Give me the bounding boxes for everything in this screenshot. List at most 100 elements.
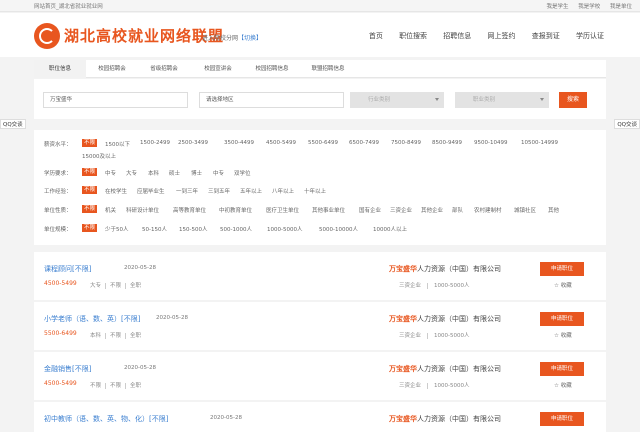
tab-alliance-recruit[interactable]: 联盟招聘信息 <box>302 60 354 78</box>
filter-option[interactable]: 国有企业 <box>359 206 381 214</box>
filter-option[interactable]: 2500-3499 <box>178 140 208 146</box>
filter-option[interactable]: 博士 <box>191 169 202 177</box>
home-link[interactable]: 网站首页_湖北省就业就业网 <box>34 2 103 10</box>
tab-campus-talk[interactable]: 校园宣讲会 <box>192 60 244 78</box>
job-type-select[interactable]: 职业类别 <box>455 92 549 108</box>
nav-recruit-info[interactable]: 招聘信息 <box>443 32 471 40</box>
job-meta: 不限 不限 全职 <box>90 381 141 389</box>
industry-select[interactable]: 行业类别 <box>350 92 444 108</box>
nav-report-cert[interactable]: 查报到证 <box>532 32 560 40</box>
job-title[interactable]: 课程顾问[不限] <box>44 264 91 274</box>
area-select[interactable]: 请选择地区 <box>199 92 344 108</box>
filter-option[interactable]: 不限 <box>82 205 98 213</box>
tab-campus-recruit[interactable]: 校园招聘信息 <box>246 60 298 78</box>
filter-option[interactable]: 不限 <box>82 168 98 176</box>
job-title[interactable]: 初中教师（语、数、英、物、化）[不限] <box>44 414 168 424</box>
qq-chat-right[interactable]: QQ交谈 <box>614 119 640 129</box>
filter-option[interactable]: 不限 <box>82 224 98 232</box>
favorite-button[interactable]: ☆ 收藏 <box>554 331 572 339</box>
filter-option[interactable]: 不限 <box>82 139 98 147</box>
filter-option[interactable]: 双学位 <box>234 169 251 177</box>
job-item: 初中教师（语、数、英、物、化）[不限] 2020-05-28 万宝盛华人力资源（… <box>34 402 606 432</box>
site-name[interactable]: 湖北高校就业网络联盟 <box>64 25 224 46</box>
filter-option[interactable]: 三资企业 <box>390 206 412 214</box>
filter-option[interactable]: 高等教育单位 <box>173 206 206 214</box>
filter-option[interactable]: 本科 <box>148 169 159 177</box>
filter-option[interactable]: 15000及以上 <box>82 152 116 160</box>
nav-online-sign[interactable]: 网上签约 <box>488 32 516 40</box>
filter-option[interactable]: 科研设计单位 <box>126 206 159 214</box>
filter-option[interactable]: 5000-10000人 <box>319 225 358 233</box>
tab-campus-fair[interactable]: 校园招聘会 <box>86 60 138 78</box>
sub-site-switch[interactable]: 进入院校分网【切换】 <box>202 33 262 42</box>
filter-option[interactable]: 五年以上 <box>240 187 262 195</box>
chevron-down-icon <box>540 98 544 101</box>
filter-option[interactable]: 在校学生 <box>105 187 127 195</box>
employer-link[interactable]: 我是单位 <box>610 4 632 10</box>
job-title[interactable]: 小学老师（语、数、英）[不限] <box>44 314 140 324</box>
apply-button[interactable]: 申请职位 <box>540 312 584 326</box>
filter-option[interactable]: 部队 <box>452 206 463 214</box>
filter-option[interactable]: 中专 <box>213 169 224 177</box>
filter-option[interactable]: 6500-7499 <box>349 140 379 146</box>
filter-option[interactable]: 八年以上 <box>272 187 294 195</box>
filter-option[interactable]: 硕士 <box>169 169 180 177</box>
job-title[interactable]: 金融销售[不限] <box>44 364 91 374</box>
nav-job-search[interactable]: 职位搜索 <box>399 32 427 40</box>
filter-option[interactable]: 其他 <box>548 206 559 214</box>
apply-button[interactable]: 申请职位 <box>540 262 584 276</box>
filter-option[interactable]: 不限 <box>82 186 98 194</box>
filter-option[interactable]: 500-1000人 <box>220 225 252 233</box>
student-link[interactable]: 我是学生 <box>546 4 568 10</box>
tab-job-info[interactable]: 职位信息 <box>34 60 86 78</box>
job-item: 金融销售[不限] 2020-05-28 4500-5499 不限 不限 全职 万宝盛… <box>34 352 606 400</box>
filter-option[interactable]: 1000-5000人 <box>267 225 302 233</box>
filter-option[interactable]: 7500-8499 <box>391 140 421 146</box>
filter-option[interactable]: 其他企业 <box>421 206 443 214</box>
filter-option[interactable]: 城镇社区 <box>514 206 536 214</box>
filter-option[interactable]: 十年以上 <box>304 187 326 195</box>
filter-option[interactable]: 少于50人 <box>105 225 129 233</box>
filter-option[interactable]: 10500-14999 <box>521 140 558 146</box>
filter-option[interactable]: 中初教育单位 <box>219 206 252 214</box>
filter-option[interactable]: 50-150人 <box>142 225 167 233</box>
favorite-button[interactable]: ☆ 收藏 <box>554 381 572 389</box>
filter-option[interactable]: 应届毕业生 <box>137 187 165 195</box>
site-logo-icon[interactable] <box>34 23 60 49</box>
company-name[interactable]: 万宝盛华人力资源（中国）有限公司 <box>389 364 501 374</box>
filter-option[interactable]: 10000人以上 <box>373 225 407 233</box>
favorite-button[interactable]: ☆ 收藏 <box>554 281 572 289</box>
filter-option[interactable]: 其他事业单位 <box>312 206 345 214</box>
job-date: 2020-05-28 <box>124 265 156 271</box>
filter-option[interactable]: 三到五年 <box>208 187 230 195</box>
filter-option[interactable]: 医疗卫生单位 <box>266 206 299 214</box>
nav-degree-verify[interactable]: 学历认证 <box>576 32 604 40</box>
company-highlight: 万宝盛华 <box>389 365 417 373</box>
filter-option[interactable]: 一到三年 <box>176 187 198 195</box>
school-link[interactable]: 我是学校 <box>578 4 600 10</box>
tab-province-fair[interactable]: 省级招聘会 <box>138 60 190 78</box>
company-name[interactable]: 万宝盛华人力资源（中国）有限公司 <box>389 414 501 424</box>
star-icon: ☆ <box>554 283 561 289</box>
keyword-input[interactable]: 万宝盛华 <box>43 92 188 108</box>
filter-option[interactable]: 机关 <box>105 206 116 214</box>
filter-option[interactable]: 农村建制村 <box>474 206 502 214</box>
company-name[interactable]: 万宝盛华人力资源（中国）有限公司 <box>389 264 501 274</box>
filter-option[interactable]: 3500-4499 <box>224 140 254 146</box>
filter-option[interactable]: 1500以下 <box>105 140 130 148</box>
filter-option[interactable]: 1500-2499 <box>140 140 170 146</box>
search-button[interactable]: 搜索 <box>559 92 587 108</box>
filter-option[interactable]: 150-500人 <box>179 225 207 233</box>
filter-option[interactable]: 5500-6499 <box>308 140 338 146</box>
filter-option[interactable]: 大专 <box>126 169 137 177</box>
apply-button[interactable]: 申请职位 <box>540 362 584 376</box>
company-name[interactable]: 万宝盛华人力资源（中国）有限公司 <box>389 314 501 324</box>
filter-option[interactable]: 9500-10499 <box>474 140 507 146</box>
filter-option[interactable]: 中专 <box>105 169 116 177</box>
apply-button[interactable]: 申请职位 <box>540 412 584 426</box>
nav-home[interactable]: 首页 <box>369 32 383 40</box>
filter-option[interactable]: 8500-9499 <box>432 140 462 146</box>
switch-link[interactable]: 【切换】 <box>238 35 262 42</box>
qq-chat-left[interactable]: QQ交谈 <box>0 119 26 129</box>
filter-option[interactable]: 4500-5499 <box>266 140 296 146</box>
